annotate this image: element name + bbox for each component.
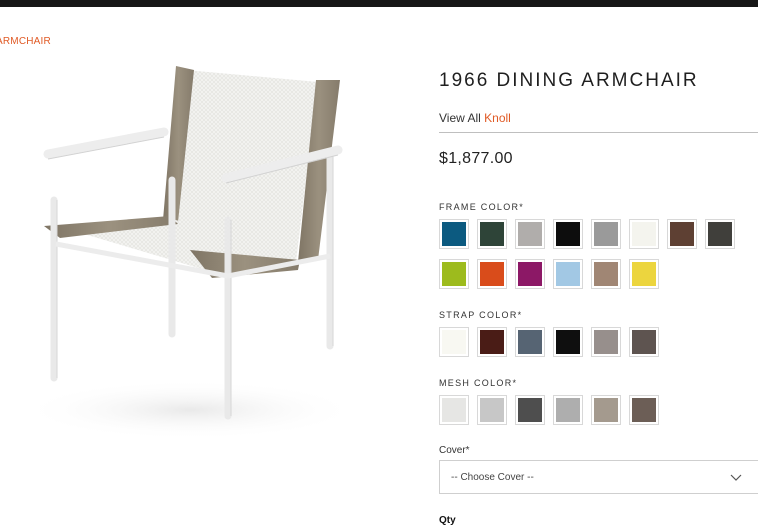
- mesh-color-swatches: [439, 395, 659, 425]
- product-price: $1,877.00: [439, 150, 513, 167]
- qty-label: Qty: [439, 515, 456, 526]
- strap-color-swatches: [439, 327, 659, 357]
- mesh-color-swatch[interactable]: [515, 395, 545, 425]
- frame-color-swatch-chip: [518, 222, 542, 246]
- strap-color-swatch-chip: [632, 330, 656, 354]
- strap-color-swatch-chip: [556, 330, 580, 354]
- frame-color-swatch[interactable]: [591, 259, 621, 289]
- mesh-color-swatch[interactable]: [553, 395, 583, 425]
- frame-color-swatch-chip: [632, 222, 656, 246]
- frame-color-swatch[interactable]: [477, 259, 507, 289]
- chevron-down-icon: [730, 474, 742, 481]
- mesh-color-swatch[interactable]: [439, 395, 469, 425]
- frame-color-swatch[interactable]: [705, 219, 735, 249]
- product-image: [0, 40, 400, 480]
- mesh-color-swatch-chip: [556, 398, 580, 422]
- frame-color-swatch-chip: [518, 262, 542, 286]
- mesh-color-label: MESH COLOR*: [439, 378, 518, 388]
- strap-color-swatch[interactable]: [591, 327, 621, 357]
- strap-color-swatch-chip: [480, 330, 504, 354]
- frame-color-swatch-chip: [594, 222, 618, 246]
- cover-select[interactable]: -- Choose Cover --: [439, 460, 758, 494]
- strap-color-swatch[interactable]: [477, 327, 507, 357]
- mesh-color-swatch[interactable]: [591, 395, 621, 425]
- frame-color-swatch[interactable]: [439, 259, 469, 289]
- strap-color-swatch[interactable]: [515, 327, 545, 357]
- brand-link[interactable]: Knoll: [484, 111, 511, 125]
- mesh-color-swatch-chip: [442, 398, 466, 422]
- mesh-color-swatch-chip: [480, 398, 504, 422]
- cover-select-value: -- Choose Cover --: [451, 472, 534, 483]
- top-bar: [0, 0, 758, 7]
- strap-color-swatch[interactable]: [439, 327, 469, 357]
- view-all-label: View All: [439, 111, 481, 125]
- mesh-color-swatch-chip: [594, 398, 618, 422]
- frame-color-swatch[interactable]: [553, 259, 583, 289]
- mesh-color-swatch[interactable]: [477, 395, 507, 425]
- strap-color-swatch[interactable]: [629, 327, 659, 357]
- frame-color-swatch-chip: [556, 262, 580, 286]
- view-all-line: View All Knoll: [439, 111, 511, 125]
- frame-color-swatch-chip: [480, 222, 504, 246]
- frame-color-swatch-chip: [594, 262, 618, 286]
- frame-color-swatch[interactable]: [591, 219, 621, 249]
- divider: [439, 132, 758, 133]
- strap-color-label: STRAP COLOR*: [439, 310, 523, 320]
- frame-color-swatches-row-2: [439, 259, 659, 289]
- strap-color-swatch-chip: [442, 330, 466, 354]
- frame-color-label: FRAME COLOR*: [439, 202, 525, 212]
- strap-color-swatch-chip: [594, 330, 618, 354]
- frame-color-swatch[interactable]: [553, 219, 583, 249]
- frame-color-swatch-chip: [442, 262, 466, 286]
- frame-color-swatch[interactable]: [477, 219, 507, 249]
- frame-color-swatch[interactable]: [439, 219, 469, 249]
- cover-label: Cover*: [439, 445, 470, 456]
- frame-color-swatches-row-1: [439, 219, 735, 249]
- frame-color-swatch-chip: [632, 262, 656, 286]
- frame-color-swatch-chip: [708, 222, 732, 246]
- frame-color-swatch-chip: [556, 222, 580, 246]
- mesh-color-swatch-chip: [518, 398, 542, 422]
- frame-color-swatch[interactable]: [515, 219, 545, 249]
- strap-color-swatch-chip: [518, 330, 542, 354]
- product-title: 1966 DINING ARMCHAIR: [439, 70, 699, 91]
- frame-color-swatch[interactable]: [667, 219, 697, 249]
- frame-color-swatch-chip: [442, 222, 466, 246]
- frame-color-swatch[interactable]: [515, 259, 545, 289]
- frame-color-swatch-chip: [480, 262, 504, 286]
- frame-color-swatch[interactable]: [629, 219, 659, 249]
- chair-image: [20, 66, 360, 440]
- mesh-color-swatch[interactable]: [629, 395, 659, 425]
- frame-color-swatch[interactable]: [629, 259, 659, 289]
- strap-color-swatch[interactable]: [553, 327, 583, 357]
- frame-color-swatch-chip: [670, 222, 694, 246]
- mesh-color-swatch-chip: [632, 398, 656, 422]
